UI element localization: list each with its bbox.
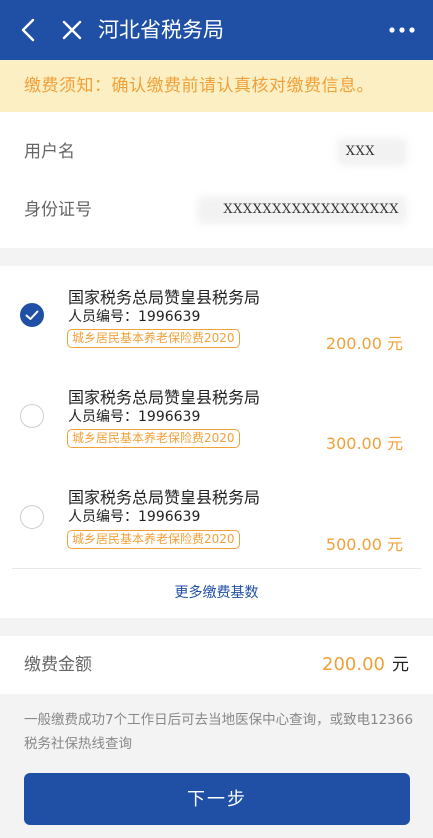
item-person-id: 人员编号：1996639 — [68, 309, 201, 325]
id-number-value: XXXXXXXXXXXXXXXXXX — [223, 202, 399, 217]
item-radio[interactable] — [20, 404, 44, 428]
check-icon — [25, 310, 39, 320]
back-button[interactable] — [14, 14, 42, 46]
item-fee-tag: 城乡居民基本养老保险费2020 — [67, 530, 240, 549]
item-person-id: 人员编号：1996639 — [68, 409, 201, 425]
app-header: 河北省税务局 — [0, 0, 433, 60]
item-amount: 300.00 元 — [325, 434, 403, 453]
payment-item[interactable]: 国家税务总局赞皇县税务局 人员编号：1996639 城乡居民基本养老保险费202… — [0, 266, 433, 366]
item-radio[interactable] — [20, 505, 44, 529]
total-amount-row: 缴费金额 200.00 元 — [0, 636, 433, 694]
item-person-id: 人员编号：1996639 — [68, 509, 201, 525]
item-org-name: 国家税务总局赞皇县税务局 — [68, 288, 261, 307]
item-fee-tag: 城乡居民基本养老保险费2020 — [67, 429, 240, 448]
item-radio[interactable] — [20, 303, 44, 327]
payment-item[interactable]: 国家税务总局赞皇县税务局 人员编号：1996639 城乡居民基本养老保险费202… — [0, 466, 433, 566]
total-amount-unit: 元 — [392, 655, 409, 675]
next-step-button[interactable]: 下一步 — [24, 773, 410, 825]
username-label: 用户名 — [24, 142, 75, 162]
item-amount: 200.00 元 — [325, 334, 403, 353]
id-number-label: 身份证号 — [24, 200, 92, 220]
chevron-left-icon — [21, 18, 35, 42]
payment-item-list: 国家税务总局赞皇县税务局 人员编号：1996639 城乡居民基本养老保险费202… — [0, 266, 433, 618]
more-horizontal-icon — [389, 27, 415, 33]
item-org-name: 国家税务总局赞皇县税务局 — [68, 488, 261, 507]
user-info-card: 用户名 XXX 身份证号 XXXXXXXXXXXXXXXXXX — [0, 112, 433, 248]
username-value: XXX — [345, 144, 375, 159]
item-org-name: 国家税务总局赞皇县税务局 — [68, 388, 261, 407]
more-button[interactable] — [387, 14, 417, 46]
item-amount: 500.00 元 — [325, 535, 403, 554]
item-fee-tag: 城乡居民基本养老保险费2020 — [67, 329, 240, 348]
payment-item[interactable]: 国家税务总局赞皇县税务局 人员编号：1996639 城乡居民基本养老保险费202… — [0, 366, 433, 466]
list-divider — [12, 568, 421, 569]
total-label: 缴费金额 — [24, 655, 92, 675]
total-amount-value: 200.00 — [322, 654, 385, 675]
username-row: 用户名 XXX — [0, 122, 433, 182]
close-icon — [62, 20, 82, 40]
page-title: 河北省税务局 — [98, 18, 224, 42]
id-number-row: 身份证号 XXXXXXXXXXXXXXXXXX — [0, 180, 433, 240]
more-payment-bases-link[interactable]: 更多缴费基数 — [0, 582, 433, 602]
payment-notice: 缴费须知：确认缴费前请认真核对缴费信息。 — [0, 60, 433, 112]
payment-note: 一般缴费成功7个工作日后可去当地医保中心查询，或致电12366税务社保热线查询 — [24, 712, 414, 752]
close-button[interactable] — [58, 14, 86, 46]
